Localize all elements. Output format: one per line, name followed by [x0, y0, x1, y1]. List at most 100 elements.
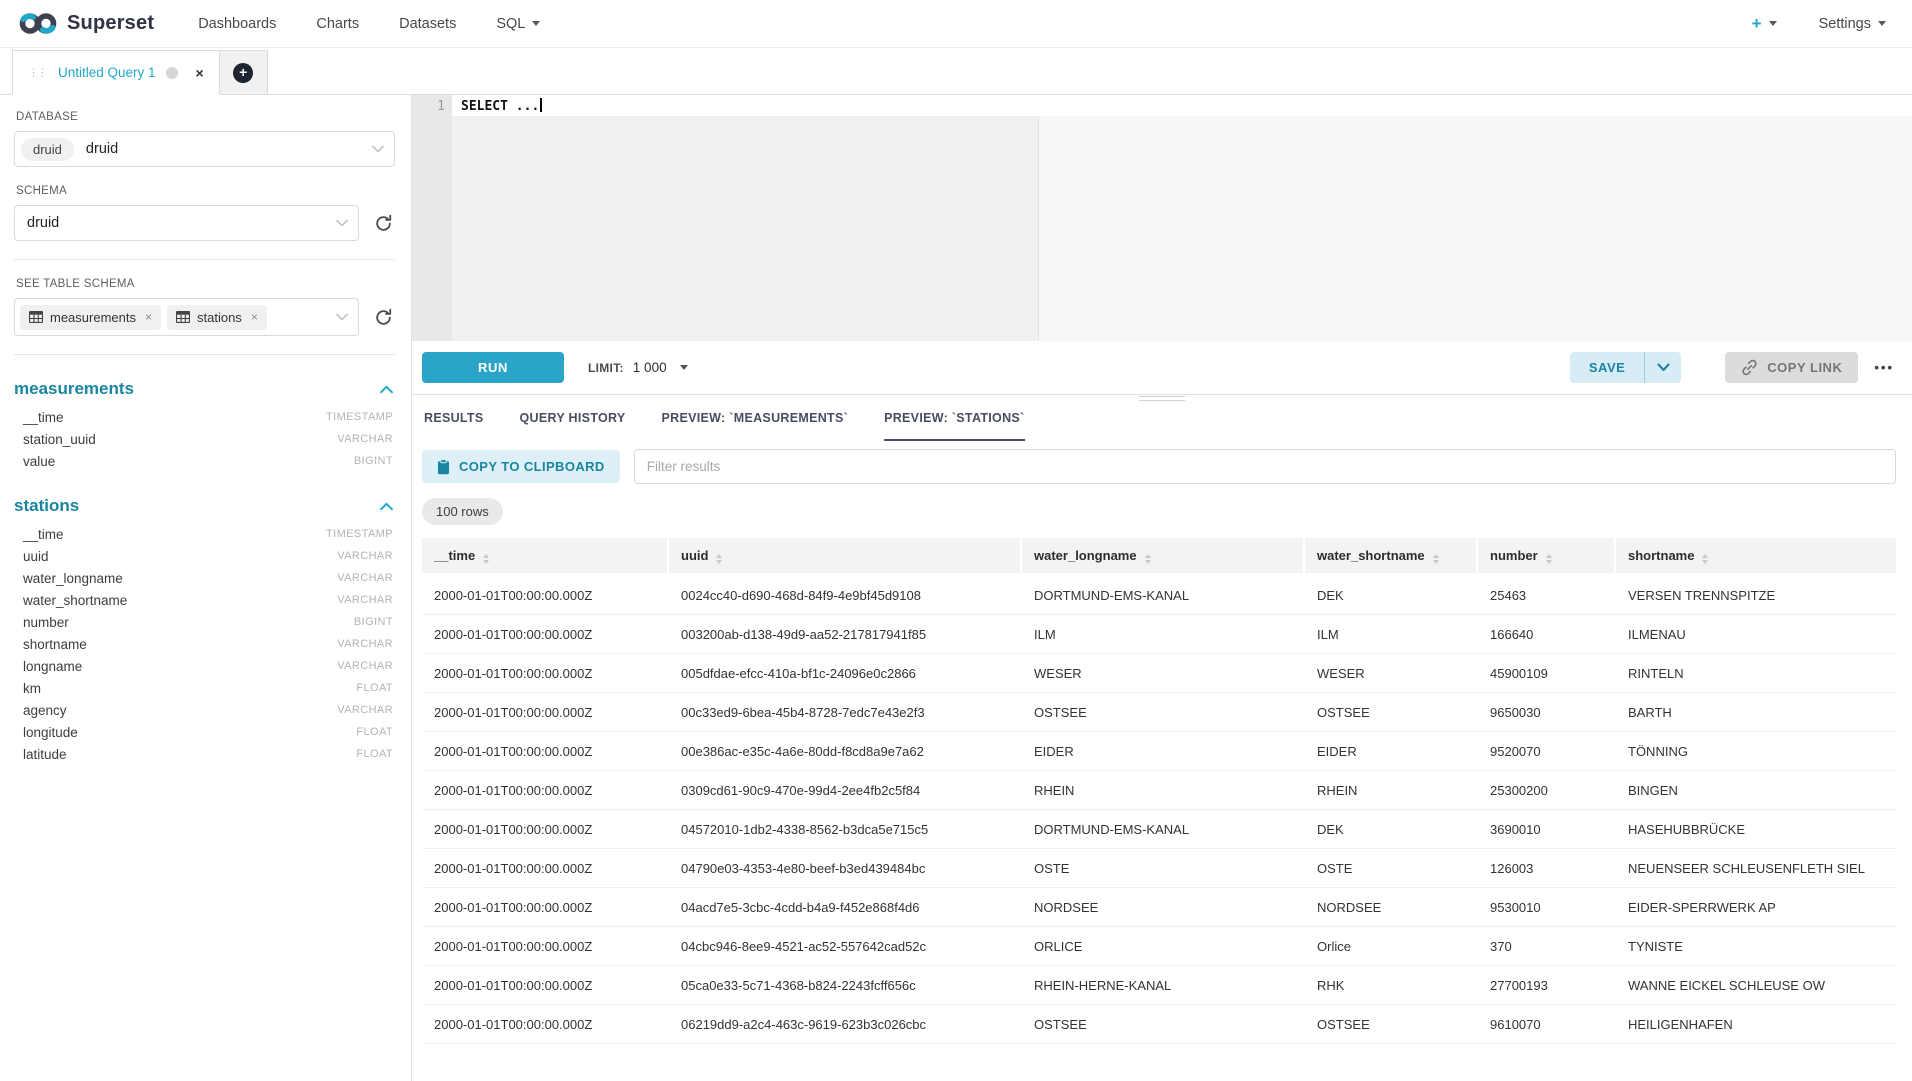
nav-item-datasets[interactable]: Datasets: [399, 16, 456, 32]
column-header-uuid[interactable]: uuid: [669, 538, 1022, 576]
add-query-tab-button[interactable]: +: [220, 50, 268, 95]
results-tab[interactable]: QUERY HISTORY: [520, 395, 626, 441]
column-type: VARCHAR: [337, 550, 393, 562]
drag-handle-icon[interactable]: ⋮⋮: [28, 66, 46, 79]
schema-column: __timeTIMESTAMP: [14, 406, 395, 428]
results-tab[interactable]: PREVIEW: `STATIONS`: [884, 395, 1024, 441]
column-header-water_longname[interactable]: water_longname: [1022, 538, 1305, 576]
column-name: number: [23, 615, 69, 630]
table-cell: 06219dd9-a2c4-463c-9619-623b3c026cbc: [669, 1005, 1022, 1044]
remove-chip-icon[interactable]: ×: [145, 310, 152, 324]
chevron-up-icon[interactable]: [380, 502, 393, 511]
table-header-row: __timeuuidwater_longname water_shortname n…: [422, 538, 1896, 576]
copy-to-clipboard-button[interactable]: COPY TO CLIPBOARD: [422, 450, 620, 483]
table-chip-stations[interactable]: stations ×: [167, 305, 267, 330]
sql-code-line[interactable]: SELECT ...: [461, 97, 542, 116]
column-header-number[interactable]: number: [1478, 538, 1616, 576]
database-type-badge: druid: [21, 138, 74, 161]
column-type: TIMESTAMP: [326, 411, 393, 423]
table-cell: 005dfdae-efcc-410a-bf1c-24096e0c2866: [669, 654, 1022, 693]
column-name: agency: [23, 703, 67, 718]
nav-item-sql[interactable]: SQL: [496, 16, 540, 32]
sort-icon[interactable]: [1546, 554, 1552, 564]
line-number: 1: [412, 95, 452, 117]
column-header-shortname[interactable]: shortname: [1616, 538, 1896, 576]
table-cell: RINTELN: [1616, 654, 1896, 693]
close-tab-icon[interactable]: ×: [196, 65, 204, 81]
copy-to-clipboard-label: COPY TO CLIPBOARD: [459, 459, 605, 474]
column-type: VARCHAR: [337, 594, 393, 606]
sort-icon[interactable]: [1702, 554, 1708, 564]
table-schema-select[interactable]: measurements× stations ×: [14, 298, 359, 336]
table-name[interactable]: measurements: [14, 379, 134, 399]
table-cell: EIDER-SPERRWERK AP: [1616, 888, 1896, 927]
table-row: 2000-01-01T00:00:00.000Z05ca0e33-5c71-43…: [422, 966, 1896, 1005]
chevron-up-icon[interactable]: [380, 385, 393, 394]
limit-dropdown[interactable]: LIMIT: 1 000: [588, 360, 688, 375]
column-type: VARCHAR: [337, 433, 393, 445]
schema-column: longitudeFLOAT: [14, 721, 395, 743]
sort-icon[interactable]: [1433, 554, 1439, 564]
results-actions: COPY TO CLIPBOARD: [422, 449, 1896, 484]
more-options-button[interactable]: •••: [1874, 360, 1894, 375]
chevron-down-icon: [336, 313, 348, 321]
chevron-down-icon: [336, 219, 348, 227]
schema-tables: measurements__timeTIMESTAMPstation_uuidV…: [14, 379, 395, 765]
superset-logo[interactable]: Superset: [18, 10, 154, 37]
table-row: 2000-01-01T00:00:00.000Z00c33ed9-6bea-45…: [422, 693, 1896, 732]
chevron-down-icon: [680, 365, 688, 370]
refresh-tables-icon[interactable]: [371, 305, 395, 329]
chevron-down-icon: [1878, 21, 1886, 26]
new-item-button[interactable]: +: [1752, 14, 1777, 34]
table-cell: 2000-01-01T00:00:00.000Z: [422, 693, 669, 732]
column-header-label: water_shortname: [1317, 548, 1425, 563]
sort-icon[interactable]: [716, 554, 722, 564]
save-button[interactable]: SAVE: [1570, 352, 1644, 383]
plus-icon: +: [1752, 14, 1762, 34]
column-type: VARCHAR: [337, 572, 393, 584]
remove-chip-icon[interactable]: ×: [251, 310, 258, 324]
table-cell: 126003: [1478, 849, 1616, 888]
table-cell: BINGEN: [1616, 771, 1896, 810]
table-cell: 2000-01-01T00:00:00.000Z: [422, 732, 669, 771]
table-cell: RHK: [1305, 966, 1478, 1005]
database-select[interactable]: druid druid: [14, 131, 395, 167]
pane-resize-handle[interactable]: [1139, 396, 1185, 404]
schema-select[interactable]: druid: [14, 205, 359, 241]
sql-editor[interactable]: 1 SELECT ...: [412, 95, 1912, 341]
table-cell: HEILIGENHAFEN: [1616, 1005, 1896, 1044]
sort-icon[interactable]: [483, 554, 489, 564]
table-name[interactable]: stations: [14, 496, 79, 516]
table-cell: 04cbc946-8ee9-4521-ac52-557642cad52c: [669, 927, 1022, 966]
table-row: 2000-01-01T00:00:00.000Z00e386ac-e35c-4a…: [422, 732, 1896, 771]
filter-results-input[interactable]: [634, 449, 1896, 484]
table-cell: VERSEN TRENNSPITZE: [1616, 576, 1896, 615]
settings-menu[interactable]: Settings: [1819, 16, 1886, 32]
column-header-__time[interactable]: __time: [422, 538, 669, 576]
table-cell: NEUENSEER SCHLEUSENFLETH SIEL: [1616, 849, 1896, 888]
column-header-water_shortname[interactable]: water_shortname: [1305, 538, 1478, 576]
sort-icon[interactable]: [1145, 554, 1151, 564]
chip-label: stations: [197, 310, 242, 325]
nav-item-dashboards[interactable]: Dashboards: [198, 16, 276, 32]
results-tab[interactable]: RESULTS: [424, 395, 484, 441]
table-cell: 9650030: [1478, 693, 1616, 732]
table-cell: ORLICE: [1022, 927, 1305, 966]
refresh-schema-icon[interactable]: [371, 211, 395, 235]
save-options-button[interactable]: [1645, 352, 1681, 383]
nav-item-charts[interactable]: Charts: [316, 16, 359, 32]
schema-column: shortnameVARCHAR: [14, 633, 395, 655]
copy-link-button[interactable]: COPY LINK: [1725, 352, 1858, 383]
table-cell: ILM: [1022, 615, 1305, 654]
table-cell: EIDER: [1022, 732, 1305, 771]
results-table: __timeuuidwater_longname water_shortname n…: [422, 538, 1896, 1044]
query-tab[interactable]: ⋮⋮ Untitled Query 1 ×: [12, 50, 220, 95]
table-chip-measurements[interactable]: measurements×: [20, 305, 161, 330]
settings-label: Settings: [1819, 16, 1871, 32]
run-button[interactable]: RUN: [422, 352, 564, 383]
schema-column: water_longnameVARCHAR: [14, 567, 395, 589]
table-cell: OSTSEE: [1305, 1005, 1478, 1044]
divider: [14, 354, 395, 355]
table-cell: 370: [1478, 927, 1616, 966]
results-tab[interactable]: PREVIEW: `MEASUREMENTS`: [662, 395, 849, 441]
